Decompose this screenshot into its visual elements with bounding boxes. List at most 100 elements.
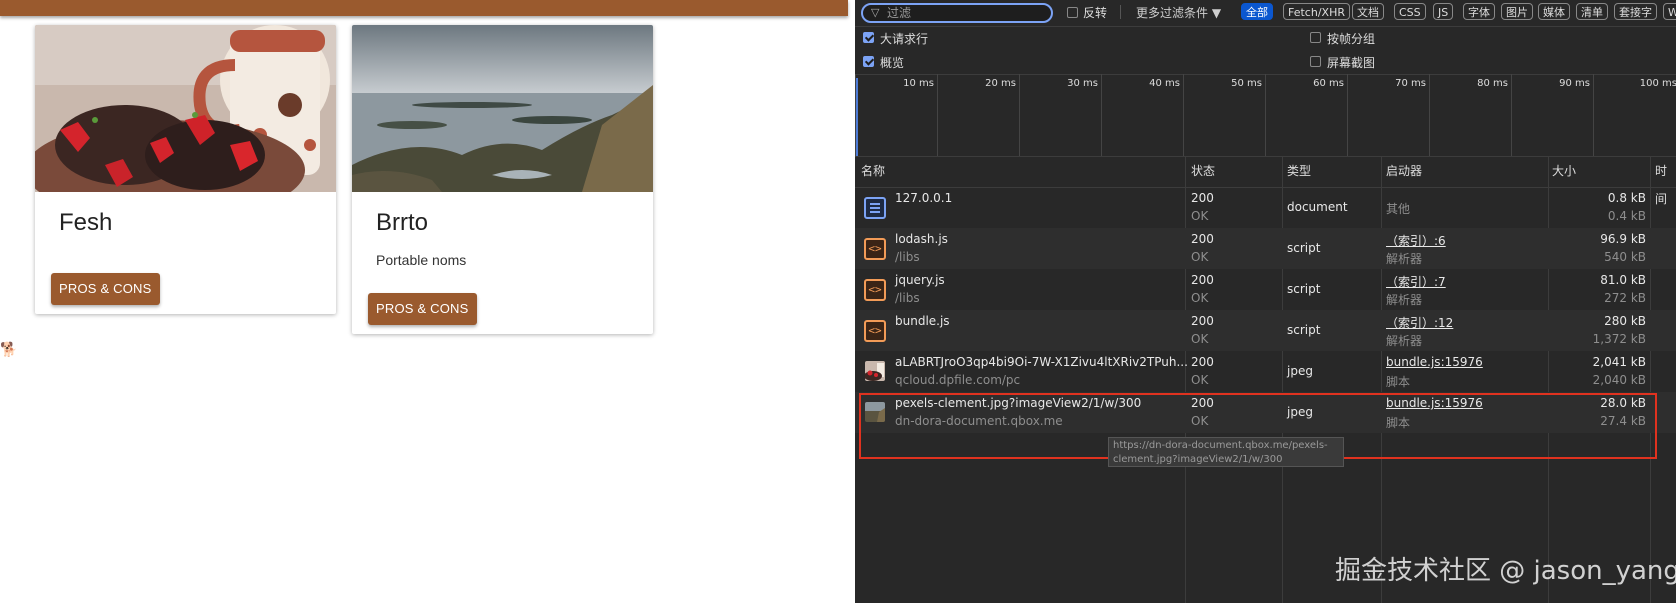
more-filters-dropdown[interactable]: 更多过滤条件 ▼ bbox=[1136, 4, 1221, 21]
request-name: lodash.js bbox=[895, 232, 948, 246]
type-filter-doc[interactable]: 文档 bbox=[1352, 3, 1384, 20]
type-filter-js[interactable]: JS bbox=[1433, 3, 1454, 20]
food-card-fesh: Fesh PROS & CONS bbox=[35, 25, 336, 314]
request-status-text: OK bbox=[1191, 332, 1209, 346]
column-header-size[interactable]: 大小 bbox=[1552, 157, 1576, 185]
pros-cons-button[interactable]: PROS & CONS bbox=[51, 273, 160, 305]
column-header-initiator[interactable]: 启动器 bbox=[1386, 157, 1422, 185]
initiator-type: 解析器 bbox=[1386, 334, 1423, 348]
food-card-brrto: Brrto Portable noms PROS & CONS bbox=[352, 25, 653, 334]
script-icon: <> bbox=[864, 279, 886, 301]
type-filter-img[interactable]: 图片 bbox=[1501, 3, 1533, 20]
type-filter-manifest[interactable]: 清单 bbox=[1576, 3, 1608, 20]
timeline-tick: 90 ms bbox=[1511, 74, 1594, 156]
request-status-text: OK bbox=[1191, 250, 1209, 264]
initiator-link[interactable]: （索引）:7 bbox=[1386, 273, 1446, 290]
script-icon: <> bbox=[864, 238, 886, 260]
overview-checkbox[interactable] bbox=[863, 56, 874, 67]
initiator-link[interactable]: （索引）:6 bbox=[1386, 232, 1446, 249]
request-size: 81.0 kB bbox=[1600, 273, 1646, 287]
initiator-type: 解析器 bbox=[1386, 252, 1423, 266]
screenshots-checkbox[interactable] bbox=[1310, 56, 1321, 67]
initiator-type: 脚本 bbox=[1386, 375, 1411, 389]
type-filter-fetch-xhr[interactable]: Fetch/XHR bbox=[1283, 3, 1350, 20]
url-tooltip: https://dn-dora-document.qbox.me/pexels-… bbox=[1108, 437, 1344, 467]
request-status-text: OK bbox=[1191, 373, 1209, 387]
invert-checkbox[interactable] bbox=[1067, 7, 1078, 18]
big-rows-checkbox[interactable] bbox=[863, 32, 874, 43]
image-thumbnail-icon bbox=[865, 361, 885, 381]
timeline-tick: 10 ms bbox=[855, 74, 938, 156]
request-row[interactable]: 127.0.0.1 200 OK document 其他 0.8 kB 0.4 … bbox=[855, 187, 1676, 228]
request-size: 0.8 kB bbox=[1607, 191, 1646, 205]
request-resource-size: 0.4 kB bbox=[1607, 209, 1646, 223]
request-name: jquery.js bbox=[895, 273, 945, 287]
request-initiator: 其他 bbox=[1386, 202, 1411, 216]
request-name: 127.0.0.1 bbox=[895, 191, 953, 205]
request-status: 200 bbox=[1191, 232, 1214, 246]
devtools-network-panel: ▽ 过滤 反转 更多过滤条件 ▼ 全部 Fetch/XHR 文档 CSS JS … bbox=[855, 0, 1676, 603]
initiator-link[interactable]: bundle.js:15976 bbox=[1386, 355, 1483, 369]
request-size: 96.9 kB bbox=[1600, 232, 1646, 246]
invert-label: 反转 bbox=[1083, 6, 1108, 20]
request-path: qcloud.dpfile.com/pc bbox=[895, 373, 1021, 387]
request-resource-size: 2,040 kB bbox=[1592, 373, 1646, 387]
pros-cons-button[interactable]: PROS & CONS bbox=[368, 293, 477, 325]
request-row[interactable]: <> bundle.js 200 OK script （索引）:12 解析器 2… bbox=[855, 310, 1676, 351]
timeline-tick: 20 ms bbox=[937, 74, 1020, 156]
watermark: 掘金技术社区 @ jason_yang bbox=[1335, 556, 1676, 586]
request-type: jpeg bbox=[1287, 364, 1313, 378]
app-header-bar bbox=[0, 0, 848, 16]
type-filter-all[interactable]: 全部 bbox=[1241, 3, 1273, 20]
column-header-status[interactable]: 状态 bbox=[1191, 157, 1215, 185]
request-status: 200 bbox=[1191, 314, 1214, 328]
timeline-tick: 70 ms bbox=[1347, 74, 1430, 156]
timeline-tick: 80 ms bbox=[1429, 74, 1512, 156]
request-size: 2,041 kB bbox=[1592, 355, 1646, 369]
type-filter-media[interactable]: 媒体 bbox=[1538, 3, 1570, 20]
big-rows-label: 大请求行 bbox=[880, 32, 929, 46]
type-filter-socket[interactable]: 套接字 bbox=[1614, 3, 1657, 20]
request-row[interactable]: <> lodash.js /libs 200 OK script （索引）:6 … bbox=[855, 228, 1676, 269]
timeline-tick: 40 ms bbox=[1101, 74, 1184, 156]
app-viewport: Fesh PROS & CONS Brrto Portable noms PRO… bbox=[0, 0, 855, 603]
request-status-text: OK bbox=[1191, 291, 1209, 305]
divider bbox=[1120, 5, 1121, 19]
card-title: Fesh bbox=[59, 209, 113, 236]
request-name: aLABRTJroO3qp4bi9Oi-7W-X1Zivu4ltXRiv2TPu… bbox=[895, 355, 1188, 369]
filter-placeholder: 过滤 bbox=[887, 6, 912, 20]
request-resource-size: 540 kB bbox=[1604, 250, 1646, 264]
group-by-frame-checkbox[interactable] bbox=[1310, 32, 1321, 43]
type-filter-css[interactable]: CSS bbox=[1394, 3, 1426, 20]
type-filter-font[interactable]: 字体 bbox=[1463, 3, 1495, 20]
request-row[interactable]: <> jquery.js /libs 200 OK script （索引）:7 … bbox=[855, 269, 1676, 310]
filter-toolbar: ▽ 过滤 反转 更多过滤条件 ▼ 全部 Fetch/XHR 文档 CSS JS … bbox=[855, 0, 1676, 27]
request-row[interactable]: aLABRTJroO3qp4bi9Oi-7W-X1Zivu4ltXRiv2TPu… bbox=[855, 351, 1676, 392]
initiator-type: 解析器 bbox=[1386, 293, 1423, 307]
request-status: 200 bbox=[1191, 273, 1214, 287]
funnel-icon: ▽ bbox=[871, 6, 880, 19]
initiator-link[interactable]: （索引）:12 bbox=[1386, 314, 1453, 331]
type-filter-wasm[interactable]: W bbox=[1663, 3, 1676, 20]
timeline-tick: 60 ms bbox=[1265, 74, 1348, 156]
card-image-landscape bbox=[352, 25, 653, 192]
column-header-type[interactable]: 类型 bbox=[1287, 157, 1311, 185]
timeline-tick: 50 ms bbox=[1183, 74, 1266, 156]
request-status: 200 bbox=[1191, 191, 1214, 205]
document-icon bbox=[864, 197, 886, 219]
request-status: 200 bbox=[1191, 355, 1214, 369]
request-path: /libs bbox=[895, 250, 920, 264]
timeline-tick: 100 ms bbox=[1593, 74, 1676, 156]
request-type: script bbox=[1287, 241, 1321, 255]
request-type: document bbox=[1287, 200, 1348, 214]
timeline-overview[interactable]: 10 ms 20 ms 30 ms 40 ms 50 ms 60 ms 70 m… bbox=[855, 74, 1676, 157]
card-image-dessert bbox=[35, 25, 336, 192]
screenshots-label: 屏幕截图 bbox=[1327, 56, 1376, 70]
column-header-name[interactable]: 名称 bbox=[861, 157, 885, 185]
request-type: script bbox=[1287, 282, 1321, 296]
card-description: Portable noms bbox=[376, 252, 467, 268]
request-resource-size: 272 kB bbox=[1604, 291, 1646, 305]
filter-input[interactable]: ▽ 过滤 bbox=[861, 3, 1053, 23]
requests-table-header: 名称 状态 类型 启动器 大小 时间 bbox=[855, 157, 1676, 206]
request-type: script bbox=[1287, 323, 1321, 337]
